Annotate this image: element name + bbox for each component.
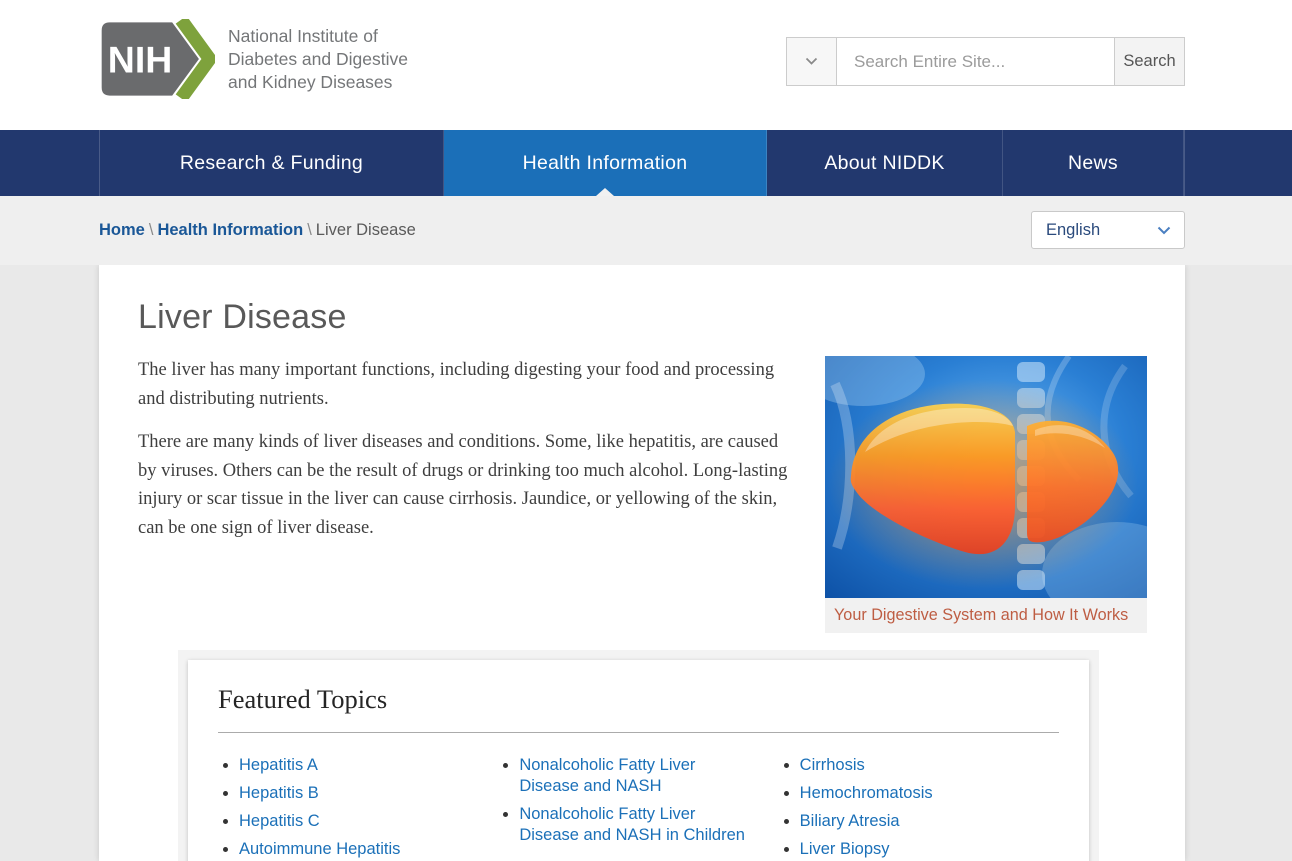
featured-topics-columns: Hepatitis A Hepatitis B Hepatitis C Auto… <box>218 755 1059 861</box>
topic-link-hemochromatosis[interactable]: Hemochromatosis <box>800 784 933 802</box>
breadcrumb: Home\Health Information\Liver Disease <box>99 221 416 240</box>
breadcrumb-current: Liver Disease <box>316 221 416 239</box>
list-item: Liver Biopsy <box>800 839 1035 860</box>
svg-text:NIH: NIH <box>108 38 173 80</box>
site-search: Search <box>786 37 1185 86</box>
list-item: Biliary Atresia <box>800 811 1035 832</box>
breadcrumb-link-home[interactable]: Home <box>99 221 145 239</box>
breadcrumb-separator: \ <box>303 221 316 239</box>
list-item: Hepatitis B <box>239 783 474 804</box>
content-band: Liver Disease The liver has many importa… <box>0 265 1292 861</box>
language-select-value: English <box>1046 221 1100 240</box>
search-button[interactable]: Search <box>1115 37 1185 86</box>
list-item: Nonalcoholic Fatty Liver Disease and NAS… <box>519 804 754 846</box>
featured-topics-heading: Featured Topics <box>218 684 1059 715</box>
figure-caption-link[interactable]: Your Digestive System and How It Works <box>834 606 1128 624</box>
site-header: NIH National Institute of Diabetes and D… <box>0 0 1292 130</box>
intro-paragraph-1: The liver has many important functions, … <box>138 356 793 413</box>
topic-link-hepatitis-c[interactable]: Hepatitis C <box>239 812 320 830</box>
list-item: Hepatitis A <box>239 755 474 776</box>
logo-org-line: National Institute of <box>228 25 408 48</box>
featured-column-1: Hepatitis A Hepatitis B Hepatitis C Auto… <box>218 755 498 861</box>
topic-link-nafld-nash[interactable]: Nonalcoholic Fatty Liver Disease and NAS… <box>519 756 695 795</box>
featured-topics-card: Featured Topics Hepatitis A Hepatitis B … <box>188 660 1089 861</box>
intro-paragraph-2: There are many kinds of liver diseases a… <box>138 428 793 542</box>
logo-org-line: Diabetes and Digestive <box>228 48 408 71</box>
primary-nav: Research & Funding Health Information Ab… <box>0 130 1292 196</box>
primary-nav-inner: Research & Funding Health Information Ab… <box>99 130 1185 196</box>
search-scope-dropdown[interactable] <box>786 37 837 86</box>
liver-figure: Your Digestive System and How It Works <box>825 356 1147 633</box>
page-title: Liver Disease <box>138 298 1147 337</box>
chevron-down-icon <box>805 57 818 66</box>
figure-caption: Your Digestive System and How It Works <box>825 598 1147 633</box>
breadcrumb-band: Home\Health Information\Liver Disease En… <box>0 196 1292 265</box>
featured-topics-section: Featured Topics Hepatitis A Hepatitis B … <box>178 650 1099 861</box>
intro-text: The liver has many important functions, … <box>138 356 793 633</box>
list-item: Cirrhosis <box>800 755 1035 776</box>
search-input[interactable] <box>837 37 1115 86</box>
featured-column-3: Cirrhosis Hemochromatosis Biliary Atresi… <box>779 755 1059 861</box>
nav-tab-health-information[interactable]: Health Information <box>444 130 767 196</box>
topic-link-autoimmune-hepatitis[interactable]: Autoimmune Hepatitis <box>239 840 400 858</box>
logo-org-line: and Kidney Diseases <box>228 71 408 94</box>
list-item: Hemochromatosis <box>800 783 1035 804</box>
logo-org-name: National Institute of Diabetes and Diges… <box>228 25 408 94</box>
topic-link-hepatitis-b[interactable]: Hepatitis B <box>239 784 319 802</box>
topic-link-biliary-atresia[interactable]: Biliary Atresia <box>800 812 900 830</box>
language-select[interactable]: English <box>1031 211 1185 249</box>
breadcrumb-link-health-information[interactable]: Health Information <box>157 221 303 239</box>
topic-link-cirrhosis[interactable]: Cirrhosis <box>800 756 865 774</box>
topic-link-hepatitis-a[interactable]: Hepatitis A <box>239 756 318 774</box>
nav-tab-research-funding[interactable]: Research & Funding <box>100 130 444 196</box>
featured-topics-divider <box>218 732 1059 733</box>
intro-row: The liver has many important functions, … <box>138 356 1147 633</box>
topic-link-nafld-nash-children[interactable]: Nonalcoholic Fatty Liver Disease and NAS… <box>519 805 745 844</box>
list-item: Nonalcoholic Fatty Liver Disease and NAS… <box>519 755 754 797</box>
nih-logo-icon: NIH <box>99 19 215 99</box>
featured-column-2: Nonalcoholic Fatty Liver Disease and NAS… <box>498 755 778 861</box>
nav-tab-news[interactable]: News <box>1003 130 1184 196</box>
liver-illustration[interactable] <box>825 356 1147 598</box>
list-item: Hepatitis C <box>239 811 474 832</box>
topic-link-liver-biopsy[interactable]: Liver Biopsy <box>800 840 890 858</box>
chevron-down-icon <box>1157 226 1171 235</box>
nav-tab-about-niddk[interactable]: About NIDDK <box>767 130 1003 196</box>
main-content: Liver Disease The liver has many importa… <box>99 265 1185 861</box>
nih-niddk-logo[interactable]: NIH National Institute of Diabetes and D… <box>99 19 408 99</box>
list-item: Autoimmune Hepatitis <box>239 839 474 860</box>
breadcrumb-separator: \ <box>145 221 158 239</box>
